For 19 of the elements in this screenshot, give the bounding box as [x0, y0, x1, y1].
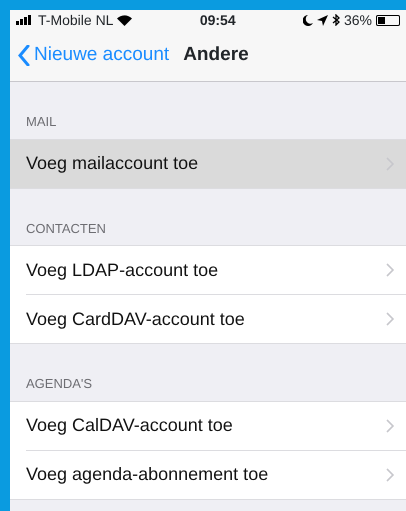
moon-icon — [302, 14, 313, 26]
wifi-icon — [117, 14, 132, 26]
bluetooth-icon — [332, 14, 340, 26]
chevron-icon — [386, 418, 394, 432]
section-header: MAIL — [25, 113, 58, 131]
page-title: Andere — [183, 43, 249, 68]
chevron-icon — [386, 468, 394, 482]
section-header: CONTACTEN — [25, 220, 107, 238]
battery-icon — [376, 14, 400, 26]
battery-percent: 36% — [344, 10, 372, 30]
signal-icon — [16, 15, 34, 25]
carrier-name: T-Mobile NL — [38, 10, 114, 30]
section-header: AGENDA'S — [25, 375, 94, 393]
list-row[interactable]: Voeg mailaccount toe — [10, 140, 406, 188]
back-chevron-icon — [18, 45, 30, 66]
chevron-icon — [386, 312, 394, 326]
location-arrow-icon — [316, 14, 328, 26]
clock-time: 09:54 — [200, 10, 237, 30]
chevron-icon — [386, 263, 394, 277]
